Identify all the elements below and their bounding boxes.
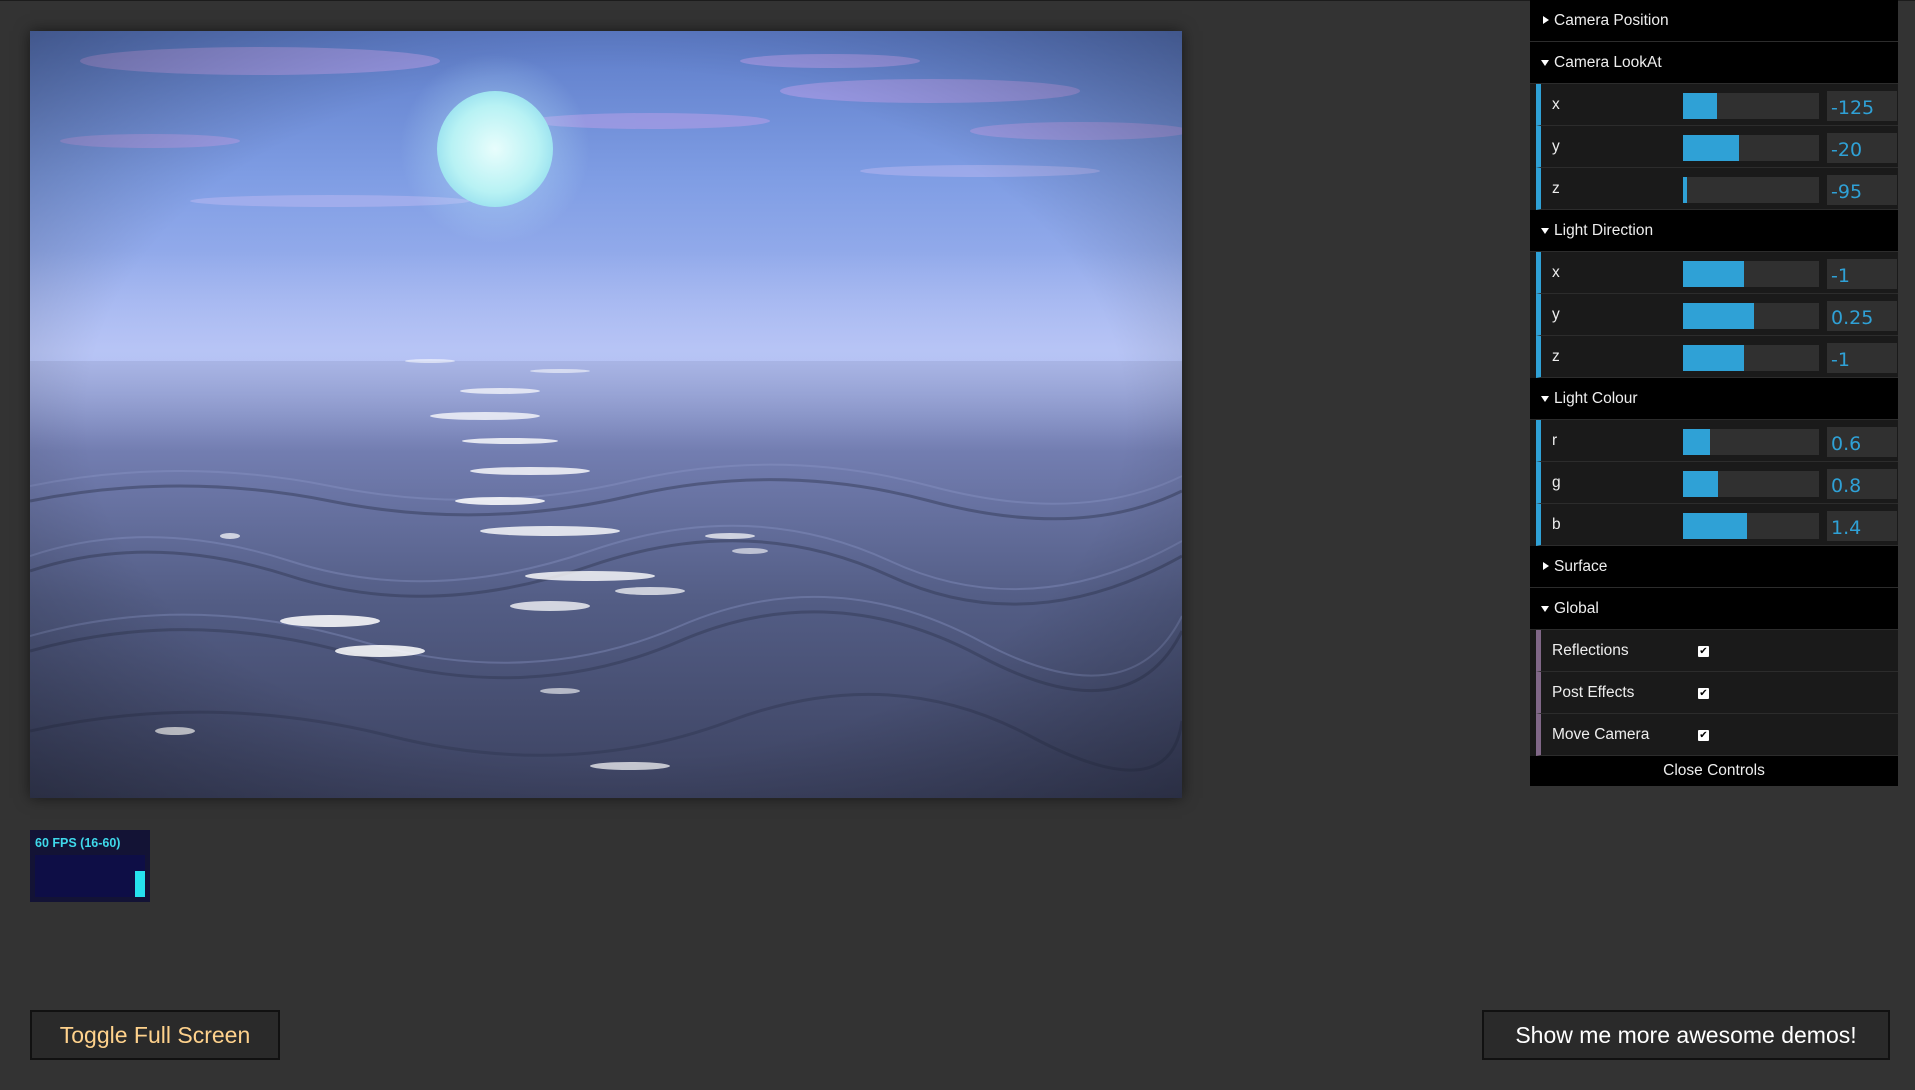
control-light-direction-x: x -1 [1536,252,1898,294]
control-label: y [1552,138,1560,155]
control-label: g [1552,474,1561,491]
caret-down-icon [1541,396,1549,402]
folder-title: Light Direction [1554,222,1654,239]
control-label: Post Effects [1552,684,1635,701]
folder-title: Light Colour [1554,390,1638,407]
light-colour-r-slider[interactable] [1683,429,1819,455]
fps-graph [35,855,145,897]
slider-fill [1683,429,1711,455]
folder-surface[interactable]: Surface [1530,546,1898,588]
slider-fill [1683,93,1717,119]
fps-meter[interactable]: 60 FPS (16-60) [30,830,150,902]
folder-title: Global [1554,600,1599,617]
control-label: Move Camera [1552,726,1650,743]
control-light-colour-r: r 0.6 [1536,420,1898,462]
ocean-render-canvas[interactable] [30,31,1182,798]
lookat-y-slider[interactable] [1683,135,1819,161]
control-label: r [1552,432,1558,449]
caret-down-icon [1541,228,1549,234]
caret-down-icon [1541,606,1549,612]
light-colour-b-input[interactable]: 1.4 [1827,511,1897,541]
folder-light-colour[interactable]: Light Colour [1530,378,1898,420]
ocean-scene [30,31,1182,798]
folder-title: Surface [1554,558,1608,575]
fps-readout: 60 FPS (16-60) [35,836,121,850]
light-direction-z-input[interactable]: -1 [1827,343,1897,373]
controls-panel: Camera Position Camera LookAt x -125 y -… [1530,0,1898,786]
control-reflections: Reflections ✔ [1536,630,1898,672]
toggle-full-screen-button[interactable]: Toggle Full Screen [30,1010,280,1060]
post-effects-checkbox[interactable]: ✔ [1698,688,1709,699]
light-colour-b-slider[interactable] [1683,513,1819,539]
control-label: z [1552,180,1560,197]
reflections-checkbox[interactable]: ✔ [1698,646,1709,657]
light-direction-x-slider[interactable] [1683,261,1819,287]
folder-camera-lookat[interactable]: Camera LookAt [1530,42,1898,84]
slider-fill [1683,261,1745,287]
caret-right-icon [1543,16,1549,24]
control-label: x [1552,264,1560,281]
light-colour-g-slider[interactable] [1683,471,1819,497]
slider-fill [1683,135,1739,161]
close-controls-button[interactable]: Close Controls [1530,756,1898,786]
light-direction-y-slider[interactable] [1683,303,1819,329]
folder-global[interactable]: Global [1530,588,1898,630]
move-camera-checkbox[interactable]: ✔ [1698,730,1709,741]
caret-right-icon [1543,562,1549,570]
caret-down-icon [1541,60,1549,66]
light-direction-z-slider[interactable] [1683,345,1819,371]
lookat-x-input[interactable]: -125 [1827,91,1897,121]
lookat-z-slider[interactable] [1683,177,1819,203]
folder-title: Camera LookAt [1554,54,1662,71]
folder-camera-position[interactable]: Camera Position [1530,0,1898,42]
slider-fill [1683,513,1747,539]
checkmark-icon: ✔ [1699,730,1708,741]
lookat-y-input[interactable]: -20 [1827,133,1897,163]
checkmark-icon: ✔ [1699,688,1708,699]
control-label: Reflections [1552,642,1629,659]
control-lookat-x: x -125 [1536,84,1898,126]
lookat-x-slider[interactable] [1683,93,1819,119]
control-lookat-z: z -95 [1536,168,1898,210]
slider-fill [1683,303,1754,329]
folder-title: Camera Position [1554,12,1669,29]
control-label: z [1552,348,1560,365]
control-light-colour-g: g 0.8 [1536,462,1898,504]
checkmark-icon: ✔ [1699,646,1708,657]
slider-fill [1683,345,1745,371]
light-colour-g-input[interactable]: 0.8 [1827,469,1897,499]
control-post-effects: Post Effects ✔ [1536,672,1898,714]
slider-fill [1683,471,1719,497]
light-direction-x-input[interactable]: -1 [1827,259,1897,289]
control-light-colour-b: b 1.4 [1536,504,1898,546]
control-label: x [1552,96,1560,113]
slider-fill [1683,177,1688,203]
control-label: b [1552,516,1561,533]
control-light-direction-y: y 0.25 [1536,294,1898,336]
light-direction-y-input[interactable]: 0.25 [1827,301,1897,331]
control-move-camera: Move Camera ✔ [1536,714,1898,756]
light-colour-r-input[interactable]: 0.6 [1827,427,1897,457]
lookat-z-input[interactable]: -95 [1827,175,1897,205]
folder-light-direction[interactable]: Light Direction [1530,210,1898,252]
control-lookat-y: y -20 [1536,126,1898,168]
more-demos-button[interactable]: Show me more awesome demos! [1482,1010,1890,1060]
control-light-direction-z: z -1 [1536,336,1898,378]
control-label: y [1552,306,1560,323]
fps-graph-bar [135,870,145,897]
